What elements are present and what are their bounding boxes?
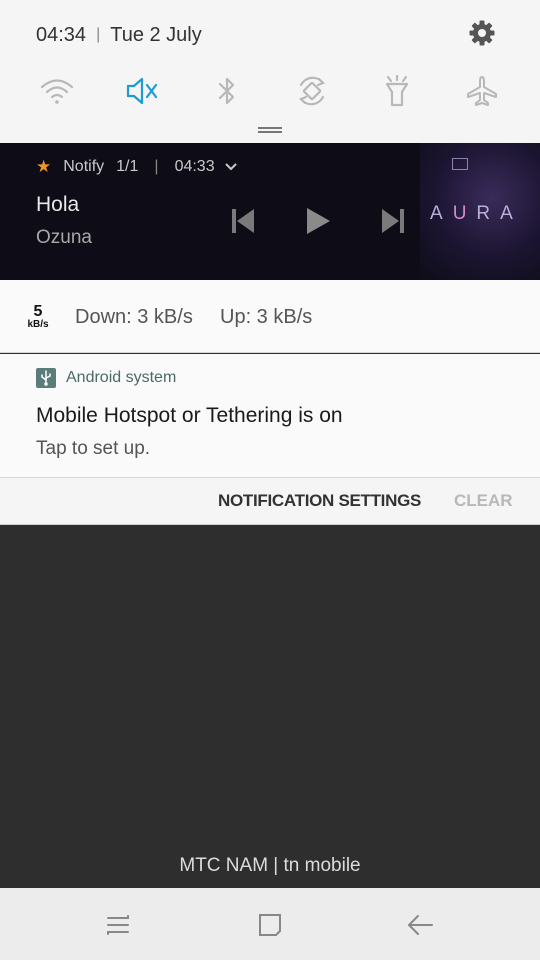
airplane-mode-icon[interactable]: [461, 70, 503, 112]
album-art-text: AURA: [430, 203, 523, 224]
navigation-bar: [0, 888, 540, 960]
track-title: Hola: [36, 193, 80, 216]
media-app-name: Notify: [63, 158, 105, 175]
notification-actions: NOTIFICATION SETTINGS CLEAR: [0, 478, 540, 525]
notification-text: Tap to set up.: [36, 438, 151, 459]
notification-settings-button[interactable]: NOTIFICATION SETTINGS: [218, 491, 421, 511]
flashlight-icon[interactable]: [376, 70, 418, 112]
netspeed-icon: 5 kB/s: [27, 303, 49, 331]
auto-rotate-icon[interactable]: [291, 70, 333, 112]
status-separator: |: [96, 26, 101, 43]
wifi-icon[interactable]: [36, 70, 78, 112]
carrier-label: MTC NAM | tn mobile: [179, 855, 361, 876]
recent-apps-icon: [107, 915, 129, 935]
skip-next-icon: [382, 209, 404, 233]
download-speed: Down: 3 kB/s: [75, 306, 193, 328]
play-icon: [307, 208, 330, 234]
previous-track-button[interactable]: [225, 203, 261, 239]
gear-icon[interactable]: [468, 19, 496, 47]
system-notification[interactable]: Android system Mobile Hotspot or Tetheri…: [0, 354, 540, 478]
album-art-badge: [452, 158, 468, 170]
date: Tue 2 July: [110, 23, 202, 46]
skip-previous-icon: [232, 209, 254, 233]
home-button[interactable]: [255, 910, 285, 940]
media-header: ★ Notify 1/1 | 04:33: [36, 157, 237, 177]
album-art: AURA: [420, 143, 540, 280]
drag-handle[interactable]: [258, 127, 282, 133]
media-notification[interactable]: AURA ★ Notify 1/1 | 04:33 Hola Ozuna: [0, 143, 540, 280]
chevron-down-icon[interactable]: [224, 160, 237, 174]
track-artist: Ozuna: [36, 227, 92, 248]
home-icon: [259, 914, 281, 936]
back-arrow-icon: [408, 915, 433, 935]
media-time: 04:33: [174, 158, 215, 175]
status-row: 04:34 | Tue 2 July: [36, 22, 202, 48]
bluetooth-icon[interactable]: [206, 70, 248, 112]
notification-title: Mobile Hotspot or Tethering is on: [36, 404, 343, 427]
sound-mute-icon[interactable]: [121, 70, 163, 112]
upload-speed: Up: 3 kB/s: [220, 306, 313, 328]
media-header-separator: |: [154, 158, 159, 175]
star-icon: ★: [36, 157, 52, 176]
usb-icon: [36, 368, 56, 388]
notification-app-name: Android system: [66, 369, 177, 386]
background-scrim[interactable]: [0, 525, 540, 888]
clear-button[interactable]: CLEAR: [454, 491, 513, 511]
media-queue-position: 1/1: [116, 158, 139, 175]
play-button[interactable]: [300, 203, 336, 239]
quick-settings-panel: 04:34 | Tue 2 July: [0, 0, 540, 143]
netspeed-notification[interactable]: 5 kB/s Down: 3 kB/s Up: 3 kB/s: [0, 280, 540, 353]
recent-apps-button[interactable]: [103, 910, 133, 940]
back-button[interactable]: [405, 910, 435, 940]
next-track-button[interactable]: [375, 203, 411, 239]
clock: 04:34: [36, 23, 87, 46]
quick-toggles: [0, 70, 540, 112]
